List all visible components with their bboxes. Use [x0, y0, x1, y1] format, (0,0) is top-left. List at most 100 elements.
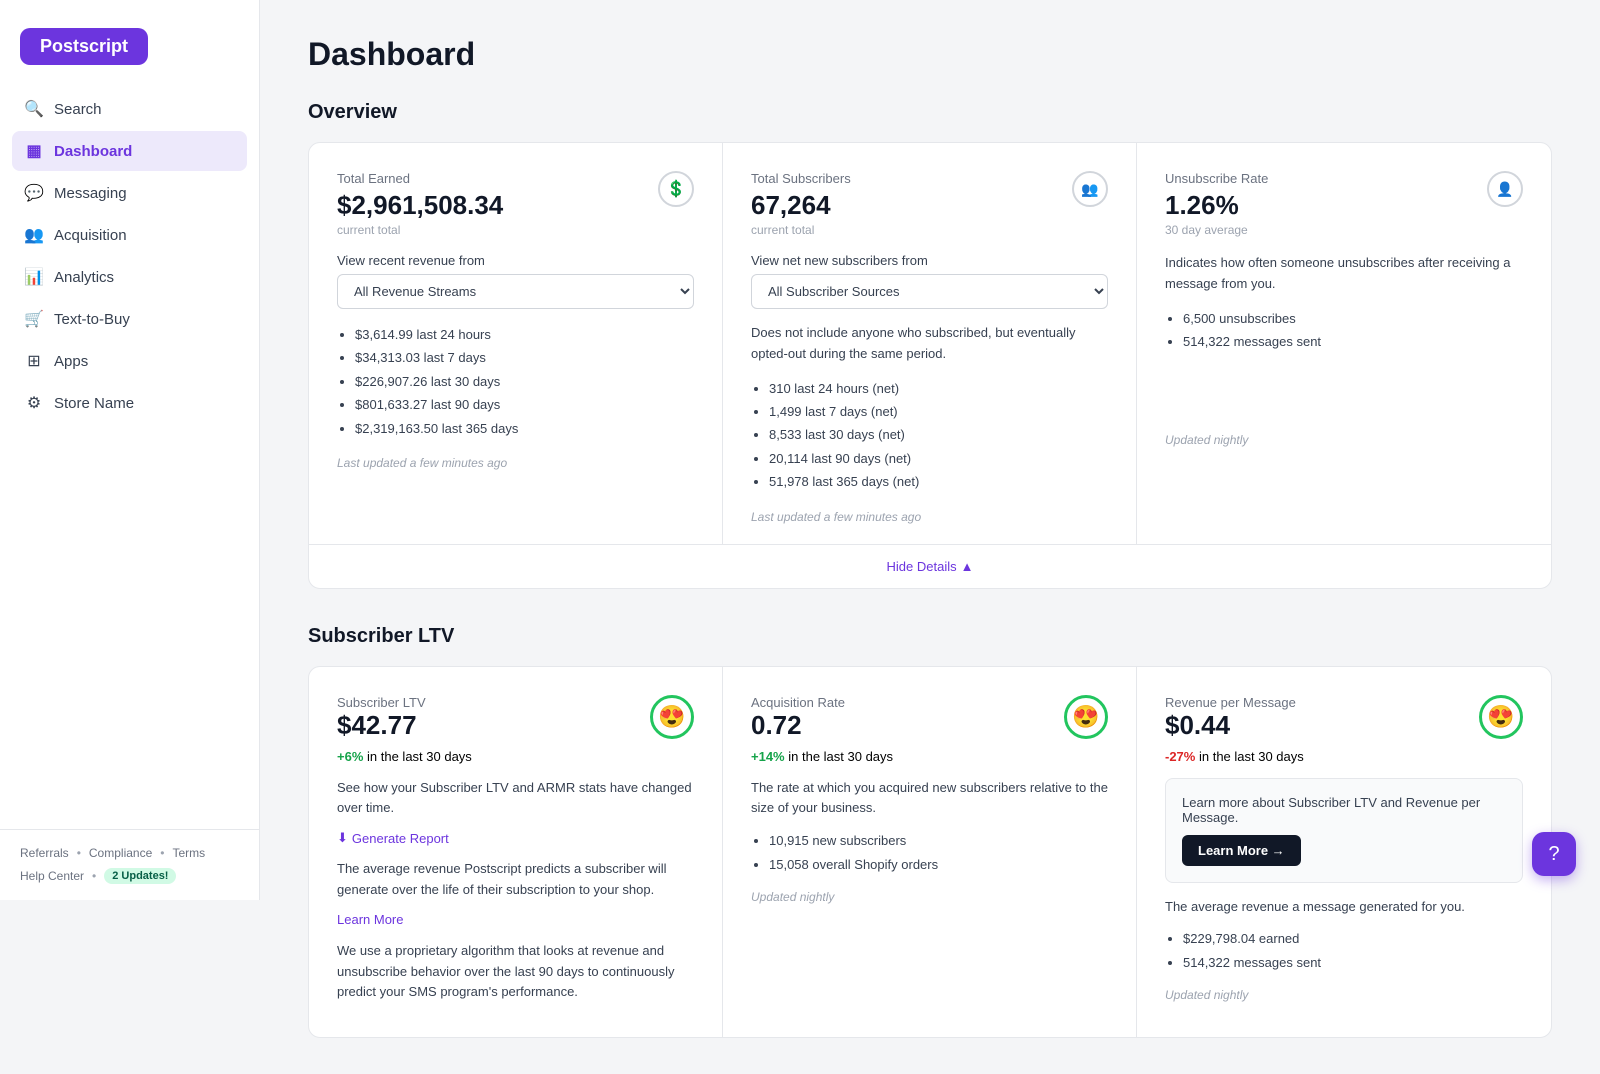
learn-more-button[interactable]: Learn More → — [1182, 835, 1301, 866]
ltv-change-period-3: in the last 30 days — [1199, 749, 1304, 764]
unsubscribe-rate-card: 👤 Unsubscribe Rate 1.26% 30 day average … — [1137, 143, 1551, 544]
sidebar-item-label-dashboard: Dashboard — [54, 143, 132, 160]
unsubscribe-sub: 30 day average — [1165, 223, 1523, 237]
logo-button[interactable]: Postscript — [20, 28, 148, 65]
sidebar-item-label-text-to-buy: Text-to-Buy — [54, 311, 130, 328]
chevron-up-icon: ▲ — [961, 559, 974, 574]
unsubscribe-stats: 6,500 unsubscribes 514,322 messages sent — [1165, 307, 1523, 354]
subscribers-icon: 👥 — [1072, 171, 1108, 207]
messaging-icon: 💬 — [24, 183, 44, 203]
text-to-buy-icon: 🛒 — [24, 309, 44, 329]
ltv-card-header-3: Revenue per Message $0.44 😍 — [1165, 695, 1523, 745]
ltv-change-2: +14% in the last 30 days — [751, 749, 1108, 764]
ltv-learn-more-link[interactable]: Learn More — [337, 912, 403, 927]
ltv-desc-1: See how your Subscriber LTV and ARMR sta… — [337, 778, 694, 820]
total-subscribers-value: 67,264 — [751, 190, 1108, 221]
total-subscribers-card: 👥 Total Subscribers 67,264 current total… — [723, 143, 1137, 544]
nav-menu: 🔍 Search ▦ Dashboard 💬 Messaging 👥Acquisition📊… — [0, 89, 259, 829]
acquisition-updated: Updated nightly — [751, 890, 1108, 904]
unsubscribe-icon: 👤 — [1487, 171, 1523, 207]
ltv-desc-1c: We use a proprietary algorithm that look… — [337, 941, 694, 1003]
sidebar-item-messaging[interactable]: 💬 Messaging — [12, 173, 247, 213]
total-earned-value: $2,961,508.34 — [337, 190, 694, 221]
sidebar-item-acquisition[interactable]: 👥Acquisition — [12, 215, 247, 255]
search-icon: 🔍 — [24, 99, 44, 119]
acquisition-stats: 10,915 new subscribers 15,058 overall Sh… — [751, 829, 1108, 876]
ltv-card-header-2: Acquisition Rate 0.72 😍 — [751, 695, 1108, 745]
sidebar-footer: Referrals • Compliance • Terms Help Cent… — [0, 829, 259, 900]
learn-box-text: Learn more about Subscriber LTV and Reve… — [1182, 795, 1506, 825]
unsubscribe-label: Unsubscribe Rate — [1165, 171, 1523, 186]
total-subscribers-sub: current total — [751, 223, 1108, 237]
ltv-value-2: 0.72 — [751, 710, 845, 741]
main-content: Dashboard Overview 💲 Total Earned $2,961… — [260, 0, 1600, 1074]
ltv-emoji-1: 😍 — [650, 695, 694, 739]
revenue-filter-label: View recent revenue from — [337, 253, 694, 268]
generate-report-link[interactable]: ⬇ Generate Report — [337, 830, 449, 846]
ltv-change-period-2: in the last 30 days — [788, 749, 893, 764]
ltv-desc-2: The rate at which you acquired new subsc… — [751, 778, 1108, 820]
total-subscribers-label: Total Subscribers — [751, 171, 1108, 186]
sidebar-item-store-name[interactable]: ⚙Store Name — [12, 383, 247, 423]
ltv-change-1: +6% in the last 30 days — [337, 749, 694, 764]
revenue-streams-select[interactable]: All Revenue Streams SMS Email — [337, 274, 694, 309]
rpm-updated: Updated nightly — [1165, 988, 1523, 1002]
sidebar: Postscript 🔍Search▦Dashboard💬Messaging👥A… — [0, 0, 260, 900]
sidebar-item-apps[interactable]: ⊞ Apps — [12, 341, 247, 381]
dollar-icon: 💲 — [658, 171, 694, 207]
revenue-per-message-card: Revenue per Message $0.44 😍 -27% in the … — [1137, 667, 1551, 1038]
sidebar-item-label-apps: Apps — [54, 353, 88, 370]
ltv-emoji-3: 😍 — [1479, 695, 1523, 739]
page-title: Dashboard — [308, 36, 1552, 73]
ltv-change-period-1: in the last 30 days — [367, 749, 472, 764]
updates-badge[interactable]: 2 Updates! — [104, 868, 176, 884]
referrals-link[interactable]: Referrals — [20, 846, 69, 860]
sidebar-item-label-store-name: Store Name — [54, 395, 134, 412]
rpm-stats: $229,798.04 earned 514,322 messages sent — [1165, 927, 1523, 974]
overview-cards-grid: 💲 Total Earned $2,961,508.34 current tot… — [309, 143, 1551, 544]
ltv-card-label-1: Subscriber LTV — [337, 695, 426, 710]
ltv-learn-box: Learn more about Subscriber LTV and Reve… — [1165, 778, 1523, 883]
hide-details-bar[interactable]: Hide Details ▲ — [309, 544, 1551, 588]
terms-link[interactable]: Terms — [172, 846, 205, 860]
sidebar-item-label-analytics: Analytics — [54, 269, 114, 286]
subscriber-description: Does not include anyone who subscribed, … — [751, 323, 1108, 365]
ltv-value-1: $42.77 — [337, 710, 426, 741]
sidebar-item-analytics[interactable]: 📊Analytics — [12, 257, 247, 297]
sidebar-item-label-search: Search — [54, 101, 102, 118]
ltv-section: Subscriber LTV Subscriber LTV $42.77 😍 +… — [308, 625, 1552, 1039]
sidebar-item-label-messaging: Messaging — [54, 185, 127, 202]
ltv-value-3: $0.44 — [1165, 710, 1296, 741]
revenue-list: $3,614.99 last 24 hours $34,313.03 last … — [337, 323, 694, 440]
acquisition-icon: 👥 — [24, 225, 44, 245]
compliance-link[interactable]: Compliance — [89, 846, 152, 860]
dashboard-icon: ▦ — [24, 141, 44, 161]
ltv-change-pct-3: -27% — [1165, 749, 1195, 764]
total-earned-card: 💲 Total Earned $2,961,508.34 current tot… — [309, 143, 723, 544]
question-icon: ? — [1548, 843, 1559, 866]
total-earned-sub: current total — [337, 223, 694, 237]
ltv-cards-grid: Subscriber LTV $42.77 😍 +6% in the last … — [308, 666, 1552, 1039]
subscriber-filter-label: View net new subscribers from — [751, 253, 1108, 268]
overview-title: Overview — [308, 101, 1552, 124]
footer-bottom: Help Center • 2 Updates! — [20, 868, 239, 884]
hide-details-label: Hide Details — [887, 559, 957, 574]
sidebar-item-text-to-buy[interactable]: 🛒 Text-to-Buy — [12, 299, 247, 339]
ltv-card-header-1: Subscriber LTV $42.77 😍 — [337, 695, 694, 745]
help-fab-button[interactable]: ? — [1532, 832, 1576, 876]
ltv-card-label-3: Revenue per Message — [1165, 695, 1296, 710]
subscriber-sources-select[interactable]: All Subscriber Sources Popup Checkout — [751, 274, 1108, 309]
sidebar-item-search[interactable]: 🔍 Search — [12, 89, 247, 129]
overview-card-group: 💲 Total Earned $2,961,508.34 current tot… — [308, 142, 1552, 589]
revenue-updated: Last updated a few minutes ago — [337, 456, 694, 470]
unsubscribe-updated: Updated nightly — [1165, 433, 1523, 447]
sidebar-item-dashboard[interactable]: ▦ Dashboard — [12, 131, 247, 171]
logo-wrap: Postscript — [0, 20, 259, 89]
subscribers-updated: Last updated a few minutes ago — [751, 510, 1108, 524]
unsubscribe-value: 1.26% — [1165, 190, 1523, 221]
help-center-link[interactable]: Help Center — [20, 869, 84, 883]
ltv-change-pct-1: +6% — [337, 749, 363, 764]
apps-icon: ⊞ — [24, 351, 44, 371]
download-icon: ⬇ — [337, 830, 348, 846]
total-earned-label: Total Earned — [337, 171, 694, 186]
